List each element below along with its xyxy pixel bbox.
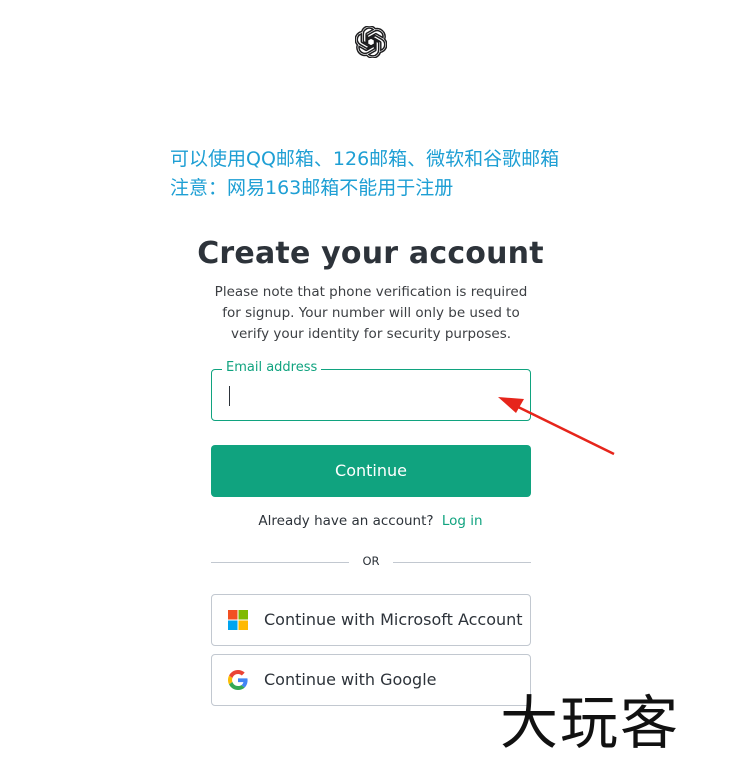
or-divider: OR	[211, 553, 531, 573]
email-input[interactable]	[212, 370, 530, 420]
email-field[interactable]: Email address	[211, 359, 531, 421]
text-caret	[229, 386, 230, 406]
google-icon	[228, 670, 248, 690]
annotation-line-2: 注意：网易163邮箱不能用于注册	[170, 177, 454, 199]
page-title: Create your account	[197, 236, 544, 271]
login-prompt: Already have an account? Log in	[0, 513, 741, 529]
annotation-note: 可以使用QQ邮箱、126邮箱、微软和谷歌邮箱 注意：网易163邮箱不能用于注册	[170, 145, 630, 203]
google-login-label: Continue with Google	[264, 670, 437, 689]
google-login-button[interactable]: Continue with Google	[211, 654, 531, 706]
microsoft-login-button[interactable]: Continue with Microsoft Account	[211, 594, 531, 646]
microsoft-login-label: Continue with Microsoft Account	[264, 610, 523, 629]
annotation-line-1: 可以使用QQ邮箱、126邮箱、微软和谷歌邮箱	[170, 148, 560, 170]
openai-logo-icon	[355, 26, 387, 58]
login-prompt-text: Already have an account?	[258, 513, 434, 529]
divider-text: OR	[362, 554, 380, 568]
divider-line-right	[393, 562, 531, 563]
page-description: Please note that phone verification is r…	[214, 284, 528, 342]
watermark-text: 大玩客	[500, 689, 681, 757]
continue-button[interactable]: Continue	[211, 445, 531, 497]
microsoft-icon	[228, 610, 248, 630]
login-link[interactable]: Log in	[442, 513, 483, 529]
